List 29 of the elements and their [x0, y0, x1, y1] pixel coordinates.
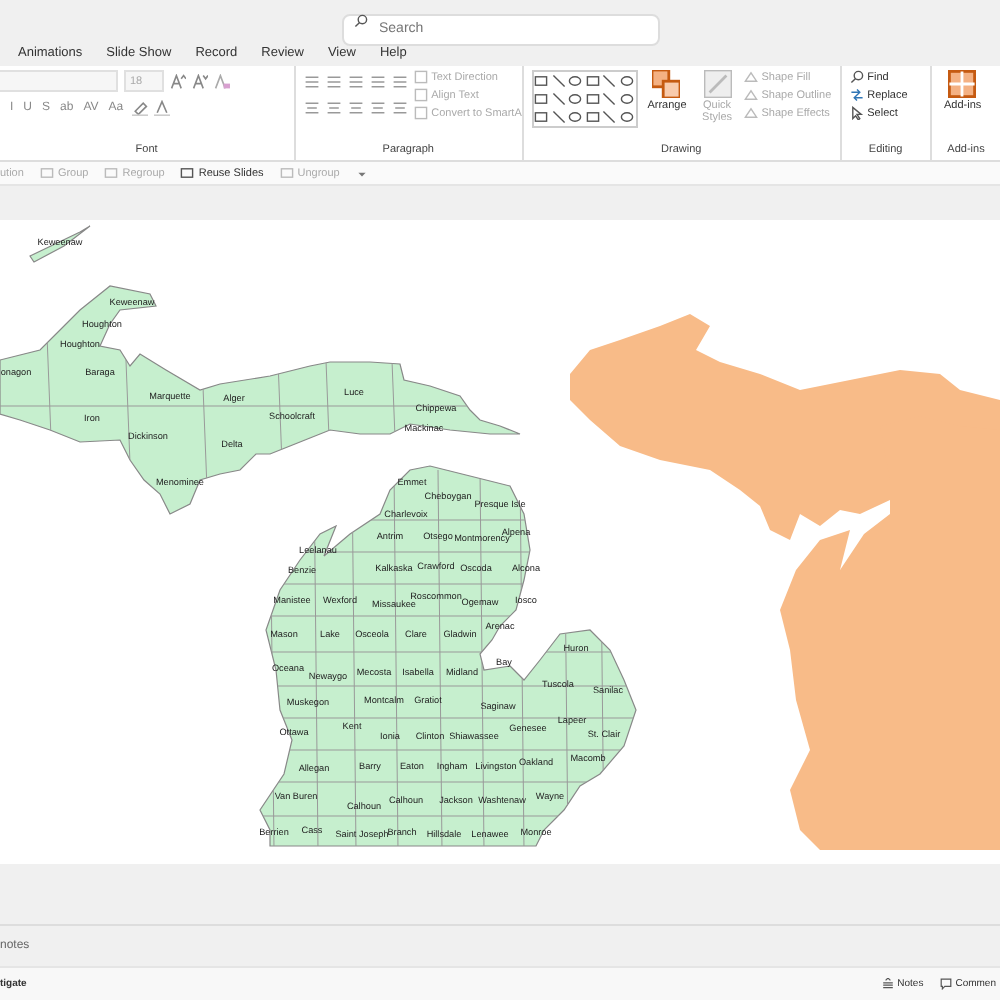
- highlighter-icon: [131, 99, 148, 115]
- comment-icon: [939, 978, 952, 990]
- group-icon: [279, 166, 294, 180]
- notes-icon: [881, 978, 894, 990]
- replace-icon: [849, 88, 864, 102]
- font-color-icon: [153, 99, 170, 115]
- cursor-icon: [849, 106, 864, 120]
- dropdown-icon: [355, 167, 368, 179]
- group-icon: [180, 166, 195, 180]
- group-icon: [104, 166, 119, 180]
- list-icon: [325, 73, 342, 89]
- shapes-gallery[interactable]: [531, 70, 638, 128]
- shrink-font-icon: [192, 73, 208, 89]
- list-icon: [303, 73, 320, 89]
- grow-font-icon: [170, 73, 186, 89]
- font-name-field[interactable]: [0, 70, 118, 92]
- align-icon: [325, 99, 342, 115]
- list-icon: [347, 73, 364, 89]
- list-icon: [391, 73, 408, 89]
- clear-format-icon: [214, 73, 230, 89]
- align-icon: [303, 99, 320, 115]
- arrange-icon: [652, 70, 681, 98]
- list-icon: [369, 73, 386, 89]
- align-icon: [369, 99, 386, 115]
- search-icon: [353, 14, 367, 28]
- group-icon: [39, 166, 54, 180]
- align-icon: [391, 99, 408, 115]
- align-icon: [347, 99, 364, 115]
- search-icon: [849, 70, 864, 84]
